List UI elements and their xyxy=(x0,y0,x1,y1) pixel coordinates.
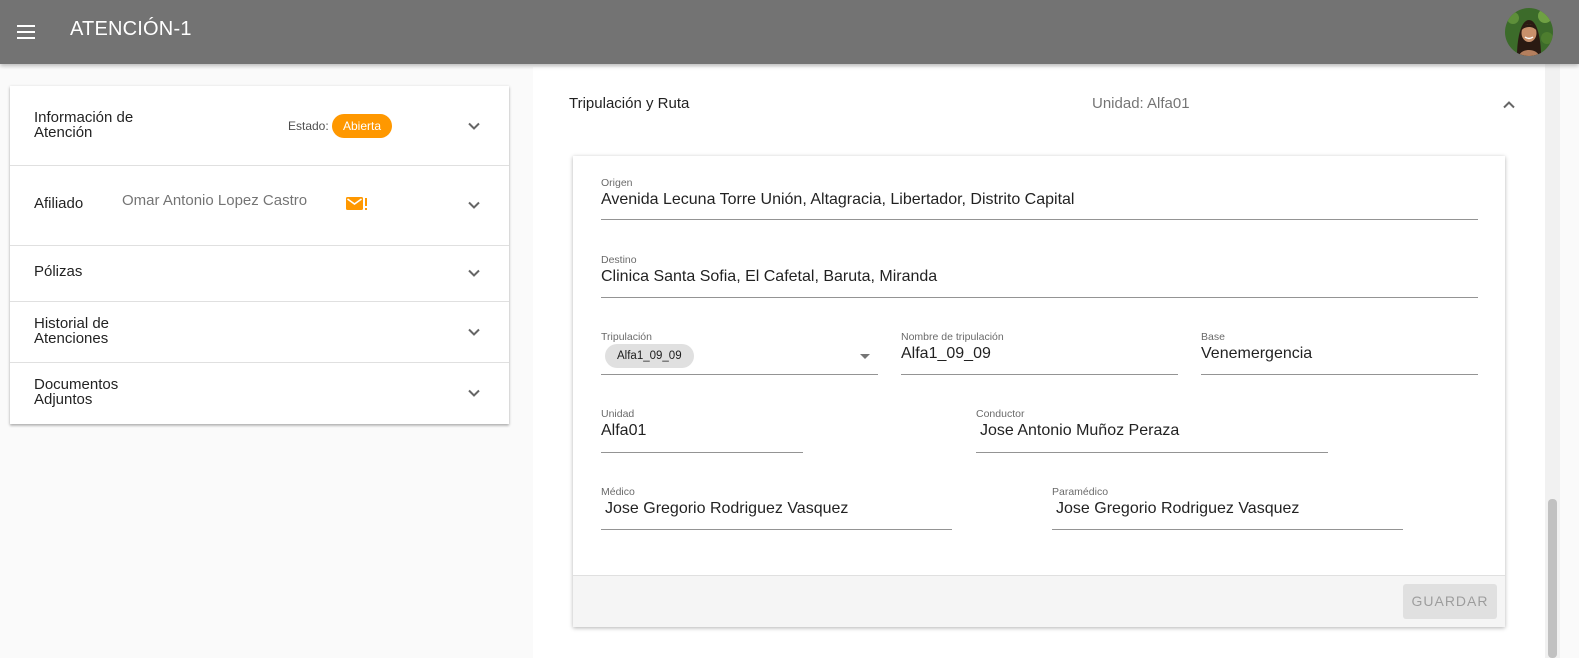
historial-title-line2: Atenciones xyxy=(34,330,109,347)
chevron-down-icon[interactable] xyxy=(467,325,481,339)
destino-field[interactable]: Destino Clinica Santa Sofia, El Cafetal,… xyxy=(601,254,1478,298)
medico-label: Médico xyxy=(601,486,635,498)
afiliado-title: Afiliado xyxy=(34,195,84,212)
panel-afiliado[interactable]: Afiliado Omar Antonio Lopez Castro xyxy=(10,166,509,246)
paramedico-field[interactable]: Paramédico Jose Gregorio Rodriguez Vasqu… xyxy=(1052,486,1403,530)
historial-title-line1: Historial de xyxy=(34,315,110,332)
origen-label: Origen xyxy=(601,177,633,189)
mail-alert-icon[interactable] xyxy=(346,196,368,212)
attention-sidebar-panel: Información de Atención Estado: Abierta … xyxy=(10,86,509,424)
destino-label: Destino xyxy=(601,254,637,266)
paramedico-label: Paramédico xyxy=(1052,486,1109,498)
panel-historial-atenciones[interactable]: Historial de Atenciones xyxy=(10,302,509,363)
nombre-tripulacion-field[interactable]: Nombre de tripulación Alfa1_09_09 xyxy=(901,331,1178,375)
scrollbar-thumb[interactable] xyxy=(1548,499,1557,658)
tripulacion-select[interactable]: Tripulación Alfa1_09_09 xyxy=(601,331,878,375)
paramedico-value: Jose Gregorio Rodriguez Vasquez xyxy=(1056,500,1300,517)
documentos-title-line2: Adjuntos xyxy=(34,391,93,408)
estado-label: Estado: xyxy=(288,119,329,133)
panel-informacion-atencion[interactable]: Información de Atención Estado: Abierta xyxy=(10,86,509,166)
nombre-tripulacion-value: Alfa1_09_09 xyxy=(901,345,991,362)
chevron-down-icon[interactable] xyxy=(467,266,481,280)
base-label: Base xyxy=(1201,331,1225,343)
conductor-label: Conductor xyxy=(976,408,1025,420)
medico-value: Jose Gregorio Rodriguez Vasquez xyxy=(605,500,849,517)
tripulacion-ruta-panel: Tripulación y Ruta Unidad: Alfa01 Origen… xyxy=(533,67,1545,658)
base-field[interactable]: Base Venemergencia xyxy=(1201,331,1478,375)
user-avatar[interactable] xyxy=(1505,8,1553,56)
panel-documentos-adjuntos[interactable]: Documentos Adjuntos xyxy=(10,363,509,424)
unidad-label: Unidad xyxy=(601,408,635,420)
origen-value: Avenida Lecuna Torre Unión, Altagracia, … xyxy=(601,191,1075,208)
chevron-down-icon[interactable] xyxy=(467,386,481,400)
app-bar: ATENCIÓN-1 xyxy=(0,0,1579,64)
documentos-title-line1: Documentos xyxy=(34,376,119,393)
conductor-field[interactable]: Conductor Jose Antonio Muñoz Peraza xyxy=(976,408,1328,453)
informacion-title-line2: Atención xyxy=(34,124,93,141)
menu-icon[interactable] xyxy=(13,19,39,45)
page-scrollbar[interactable] xyxy=(1545,64,1560,658)
medico-field[interactable]: Médico Jose Gregorio Rodriguez Vasquez xyxy=(601,486,952,530)
chevron-down-icon[interactable] xyxy=(467,119,481,133)
conductor-value: Jose Antonio Muñoz Peraza xyxy=(980,422,1180,439)
chevron-down-icon[interactable] xyxy=(467,198,481,212)
nombre-tripulacion-label: Nombre de tripulación xyxy=(901,331,1004,343)
destino-value: Clinica Santa Sofia, El Cafetal, Baruta,… xyxy=(601,268,938,285)
app-title: ATENCIÓN-1 xyxy=(70,18,192,40)
save-button[interactable]: GUARDAR xyxy=(1403,584,1497,619)
unidad-value: Alfa01 xyxy=(601,422,647,439)
unidad-field[interactable]: Unidad Alfa01 xyxy=(601,408,803,453)
origen-field[interactable]: Origen Avenida Lecuna Torre Unión, Altag… xyxy=(601,177,1478,220)
section-title: Tripulación y Ruta xyxy=(569,95,690,112)
chevron-up-icon[interactable] xyxy=(1502,98,1516,112)
polizas-title: Pólizas xyxy=(34,263,83,280)
dropdown-caret-icon[interactable] xyxy=(860,354,870,359)
base-value: Venemergencia xyxy=(1201,345,1313,362)
informacion-title-line1: Información de xyxy=(34,109,134,126)
afiliado-name: Omar Antonio Lopez Castro xyxy=(122,192,308,209)
tripulacion-chip[interactable]: Alfa1_09_09 xyxy=(605,344,694,368)
card-actions: GUARDAR xyxy=(573,576,1505,627)
tripulacion-label: Tripulación xyxy=(601,331,652,343)
status-badge: Abierta xyxy=(332,114,393,138)
route-form-card: Origen Avenida Lecuna Torre Unión, Altag… xyxy=(573,156,1505,627)
panel-polizas[interactable]: Pólizas xyxy=(10,246,509,302)
unidad-header: Unidad: Alfa01 xyxy=(1092,95,1190,112)
